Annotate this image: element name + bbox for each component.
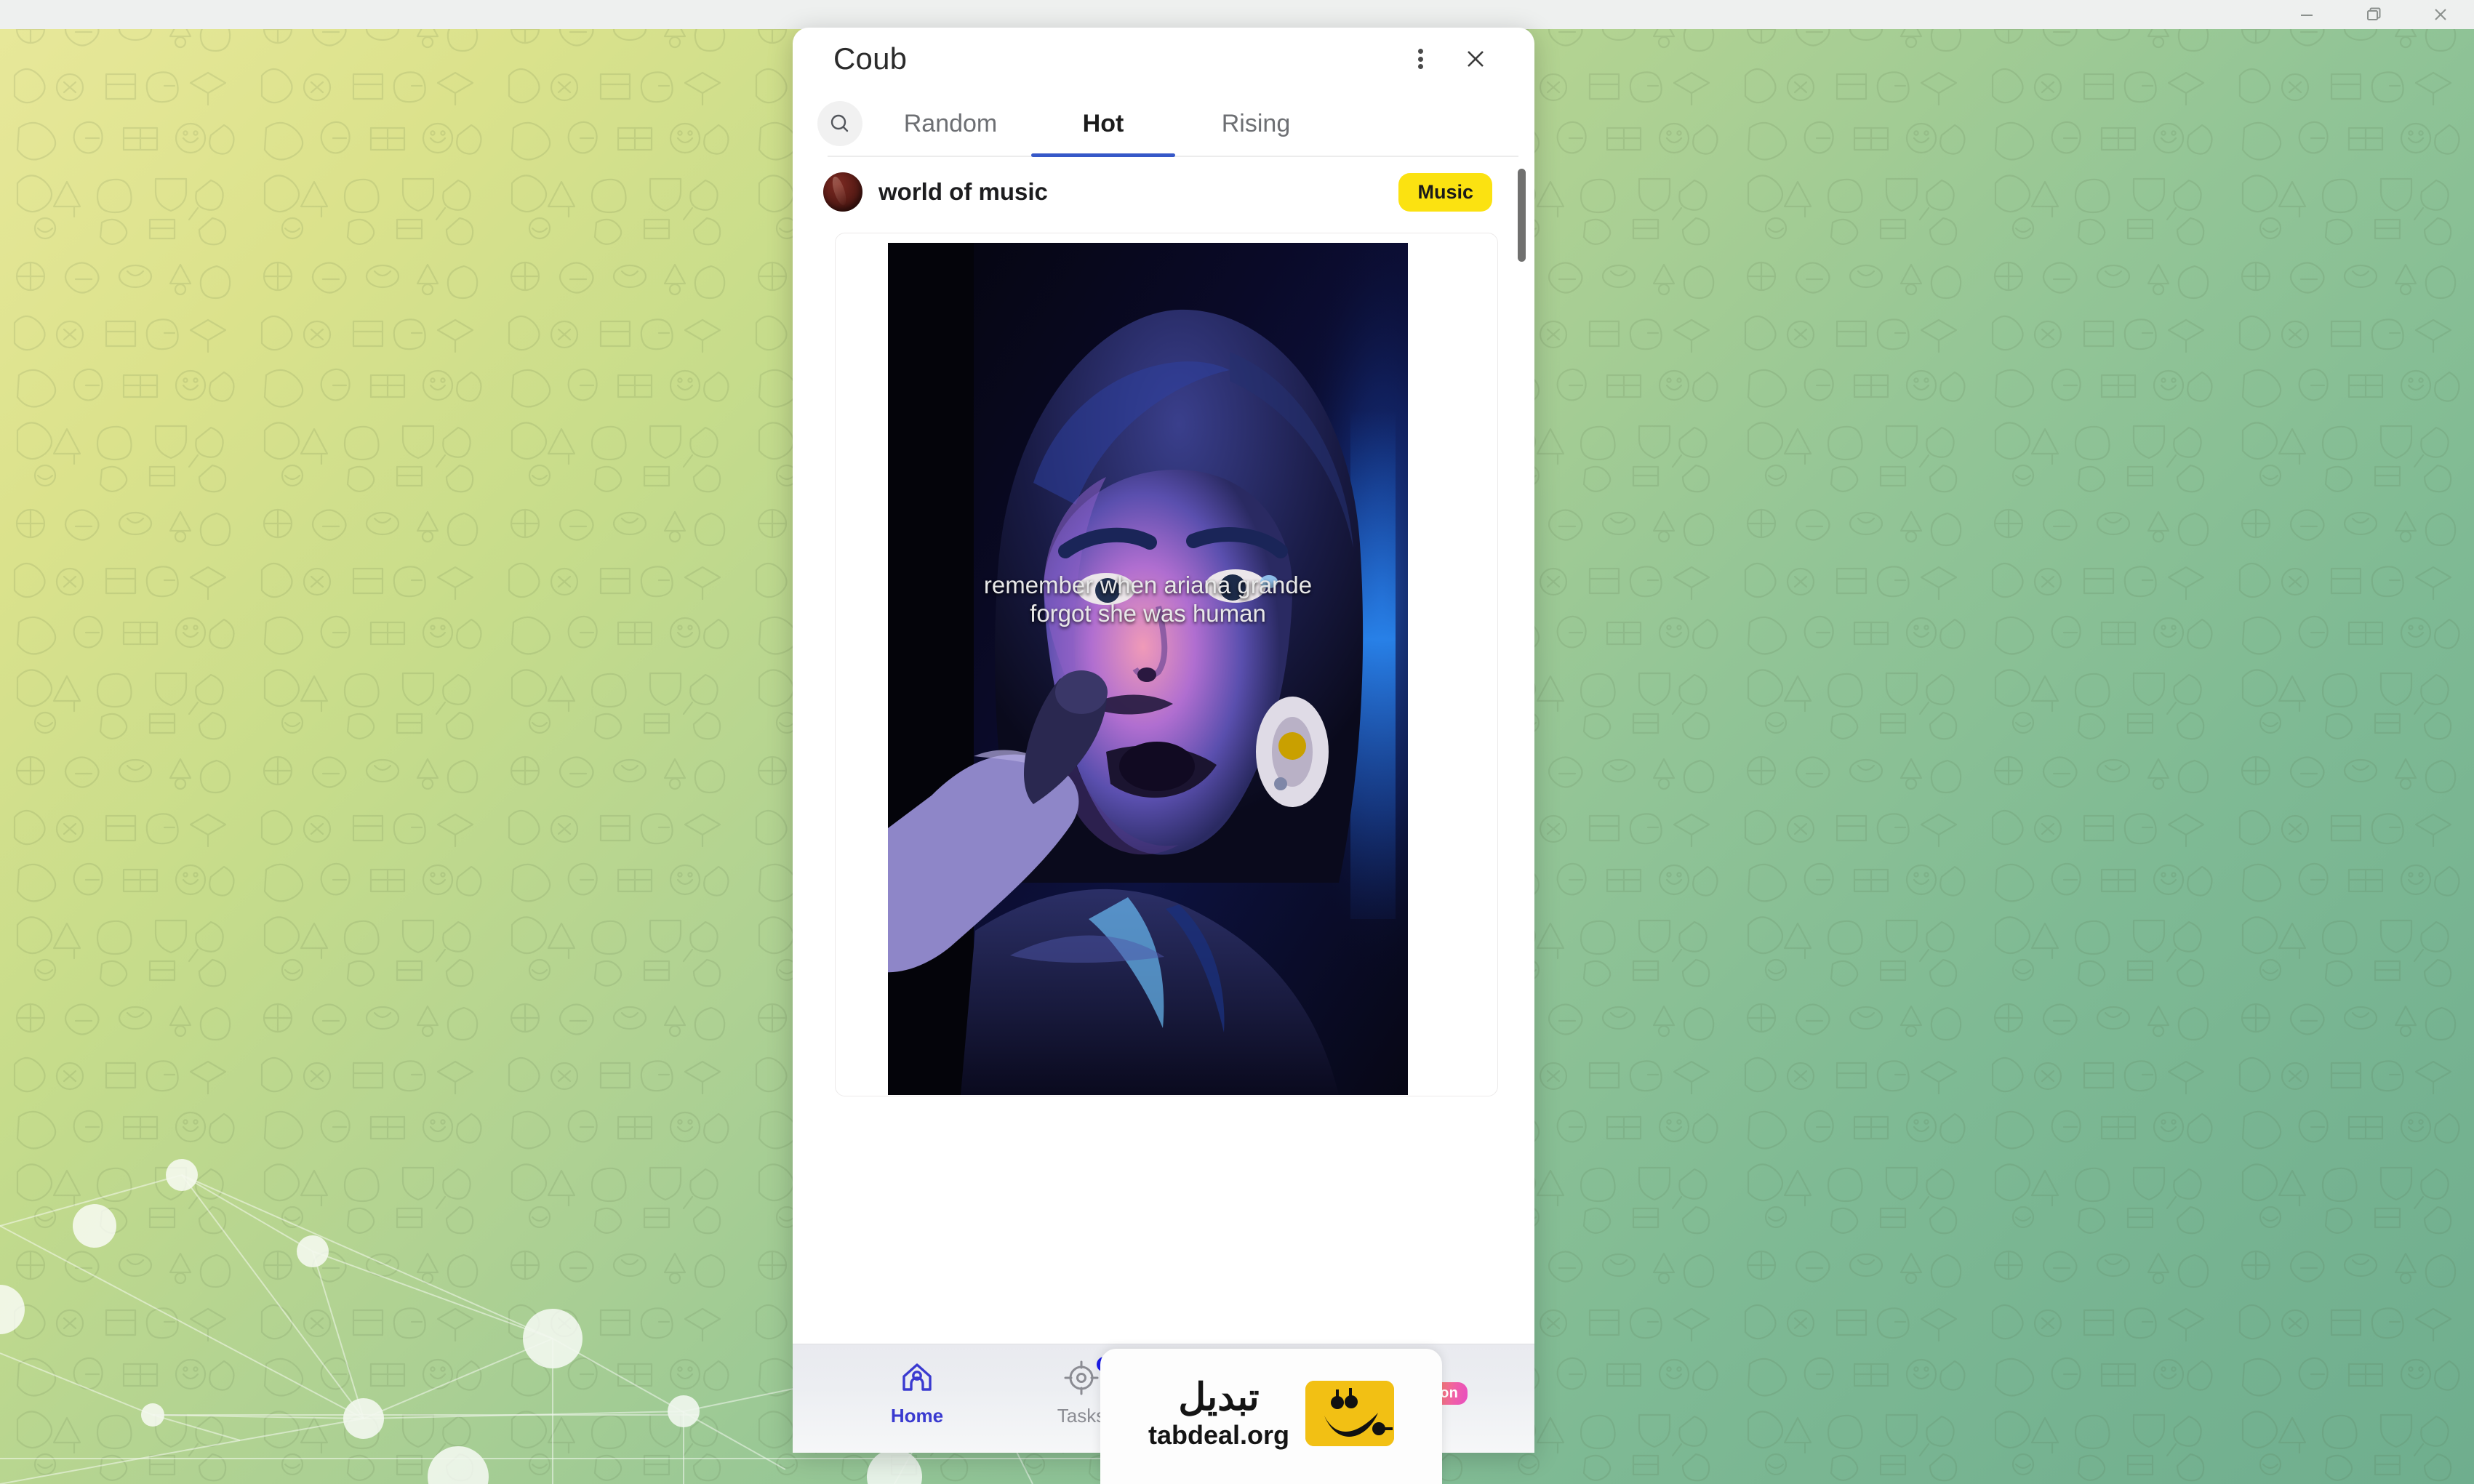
target-icon: [1062, 1357, 1112, 1397]
video-thumbnail: [888, 243, 1408, 1095]
coub-miniapp-window: Coub Random Hot Rising world of music Mu…: [793, 28, 1534, 1453]
tab-bar: Random Hot Rising: [793, 90, 1534, 157]
nav-label: Home: [890, 1405, 944, 1427]
window-titlebar: [0, 0, 2474, 29]
home-icon: [898, 1358, 936, 1397]
avatar[interactable]: [823, 172, 862, 212]
minimize-icon[interactable]: [2273, 0, 2340, 29]
feed-scrollbar[interactable]: [1518, 169, 1526, 262]
desktop-background: Coub Random Hot Rising world of music Mu…: [0, 0, 2474, 1484]
nav-item-home[interactable]: Home: [835, 1354, 999, 1427]
watermark-banner: تبدیل tabdeal.org: [1100, 1349, 1442, 1484]
search-icon[interactable]: [817, 101, 862, 146]
video-player[interactable]: remember when ariana grande forgot she w…: [888, 243, 1408, 1095]
post-author-name[interactable]: world of music: [878, 178, 1398, 206]
restore-icon[interactable]: [2340, 0, 2407, 29]
nav-label: Tasks: [1057, 1405, 1106, 1427]
miniapp-header: Coub: [793, 28, 1534, 90]
tab-random[interactable]: Random: [874, 90, 1027, 157]
tab-hot[interactable]: Hot: [1027, 90, 1180, 157]
close-icon[interactable]: [2407, 0, 2474, 29]
watermark-text: تبدیل tabdeal.org: [1148, 1379, 1289, 1448]
watermark-brand-en: tabdeal.org: [1148, 1420, 1290, 1450]
post-card: remember when ariana grande forgot she w…: [835, 233, 1498, 1096]
kebab-menu-icon[interactable]: [1398, 36, 1443, 81]
tab-label: Random: [903, 109, 998, 137]
feed-scroll-area[interactable]: world of music Music remember when arian…: [793, 157, 1534, 1344]
category-badge[interactable]: Music: [1398, 172, 1492, 212]
watermark-brand-fa: تبدیل: [1178, 1376, 1260, 1419]
tab-label: Hot: [1082, 109, 1124, 137]
feed-scrollbar-track[interactable]: [1516, 157, 1527, 1344]
smiley-logo-icon: [1305, 1381, 1395, 1446]
tab-rising[interactable]: Rising: [1180, 90, 1332, 157]
page-title: Coub: [833, 41, 908, 76]
post-header: world of music Music: [793, 157, 1534, 227]
close-icon[interactable]: [1450, 36, 1501, 81]
tab-label: Rising: [1221, 109, 1291, 137]
